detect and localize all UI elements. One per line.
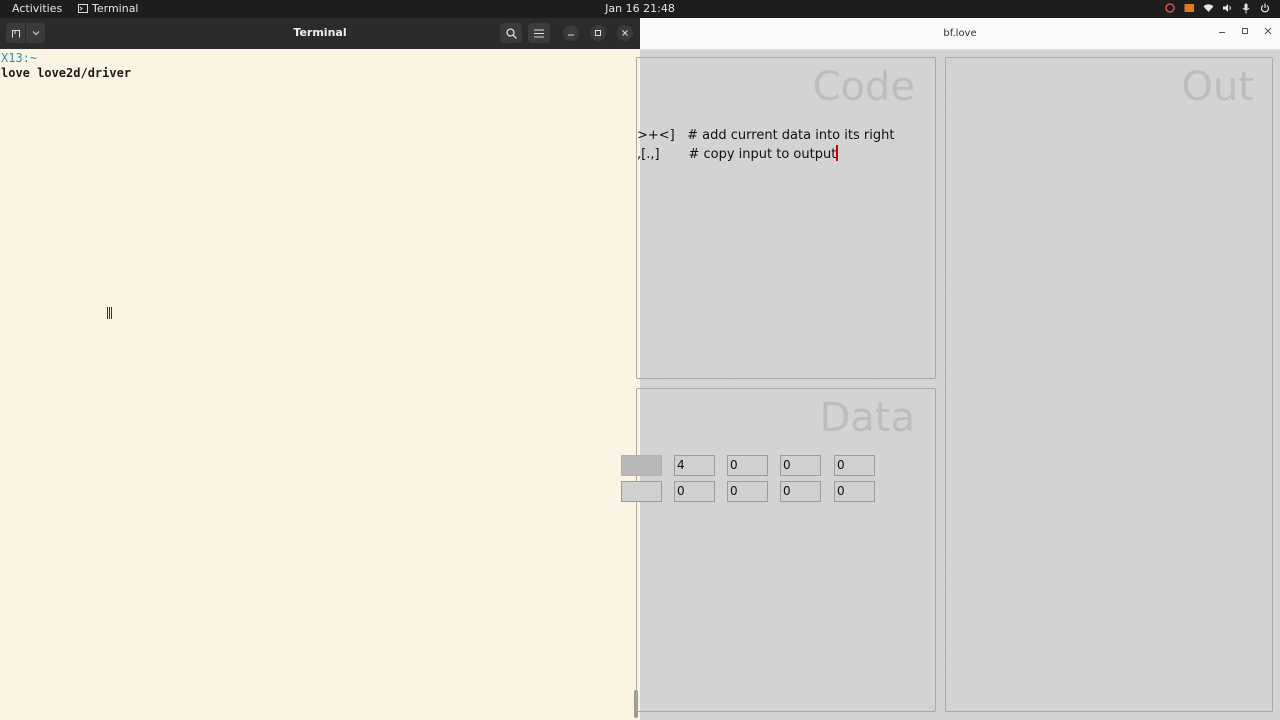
terminal-window[interactable]: Terminal X13:~ love love2d/driver	[0, 18, 640, 720]
bf-love-title: bf.love	[943, 28, 977, 39]
maximize-button[interactable]	[590, 25, 606, 41]
activities-button[interactable]: Activities	[12, 2, 62, 15]
code-panel[interactable]: Code >+<] # add current data into its ri…	[636, 57, 936, 379]
data-cell[interactable]: 0	[834, 455, 875, 476]
indicator-icon[interactable]	[1165, 2, 1175, 14]
data-cell[interactable]	[621, 455, 662, 476]
tab-menu-button[interactable]	[26, 23, 45, 43]
text-caret	[836, 145, 839, 161]
new-tab-button[interactable]	[6, 23, 25, 43]
maximize-icon	[595, 30, 601, 36]
close-icon	[622, 30, 628, 36]
microphone-icon[interactable]	[1241, 2, 1251, 14]
clock[interactable]: Jan 16 21:48	[605, 2, 675, 15]
close-icon	[1264, 27, 1272, 35]
minimize-button[interactable]	[563, 25, 579, 41]
text-cursor-icon	[107, 307, 112, 319]
app-menu-label: Terminal	[92, 2, 139, 15]
volume-icon[interactable]	[1222, 2, 1232, 14]
system-tray[interactable]	[1165, 2, 1270, 14]
terminal-app-icon	[78, 4, 88, 13]
shell-command: love love2d/driver	[1, 66, 132, 80]
top-bar: Activities Terminal Jan 16 21:48	[0, 0, 1280, 18]
minimize-icon	[568, 34, 574, 36]
bf-maximize-button[interactable]	[1239, 27, 1251, 38]
hamburger-menu-button[interactable]	[528, 23, 550, 43]
chevron-down-icon	[32, 31, 39, 36]
app-menu[interactable]: Terminal	[78, 2, 139, 15]
hamburger-menu-icon	[534, 29, 544, 37]
search-icon	[505, 27, 517, 39]
output-panel-title: Out	[1181, 64, 1254, 110]
data-cell[interactable]: 0	[674, 481, 715, 502]
code-line[interactable]: ,[.,] # copy input to output	[637, 145, 839, 162]
output-panel[interactable]: Out	[945, 57, 1273, 712]
terminal-header: Terminal	[0, 18, 640, 49]
shell-prompt: X13:~	[1, 51, 38, 65]
close-button[interactable]	[617, 25, 633, 41]
maximize-icon	[1242, 28, 1248, 34]
data-cell[interactable]	[621, 481, 662, 502]
bf-close-button[interactable]	[1262, 27, 1274, 38]
search-button[interactable]	[500, 23, 522, 43]
code-panel-title: Code	[812, 64, 915, 110]
data-cell[interactable]: 0	[834, 481, 875, 502]
data-panel-title: Data	[819, 395, 915, 441]
code-line[interactable]: >+<] # add current data into its right	[637, 128, 894, 143]
terminal-output[interactable]: X13:~ love love2d/driver	[0, 49, 640, 83]
data-cell[interactable]: 4	[674, 455, 715, 476]
bf-love-header: bf.love	[640, 18, 1280, 50]
power-icon[interactable]	[1260, 2, 1270, 14]
data-panel[interactable]: Data 4 0 0 0 0 0 0 0	[621, 388, 936, 712]
bf-love-window[interactable]: bf.love Code >+<] # add current data int…	[621, 18, 1280, 720]
data-cell[interactable]: 0	[780, 455, 821, 476]
wifi-icon[interactable]	[1203, 2, 1213, 14]
screen-record-icon[interactable]	[1184, 2, 1194, 14]
code-line-text: ,[.,] # copy input to output	[637, 147, 837, 162]
data-cell[interactable]: 0	[727, 455, 768, 476]
data-cell[interactable]: 0	[727, 481, 768, 502]
data-cell[interactable]: 0	[780, 481, 821, 502]
new-tab-icon	[11, 29, 20, 37]
bf-minimize-button[interactable]	[1216, 27, 1228, 38]
minimize-icon	[1219, 32, 1225, 33]
